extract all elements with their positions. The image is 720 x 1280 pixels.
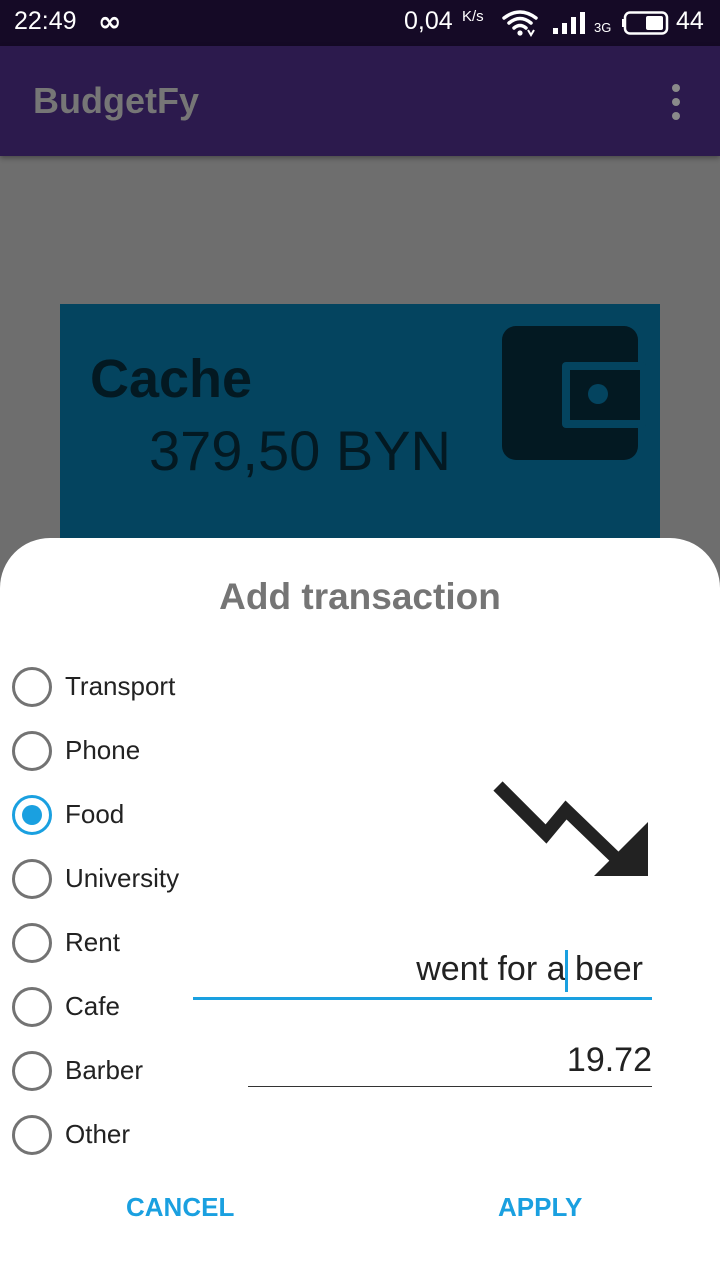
category-label: Cafe (65, 991, 120, 1021)
add-transaction-sheet: Add transaction Transport Phone Food Uni… (0, 538, 720, 1280)
radio-button[interactable] (12, 987, 52, 1027)
category-other[interactable]: Other (12, 1114, 212, 1158)
radio-button[interactable] (12, 731, 52, 771)
description-input[interactable]: went for a beer (193, 938, 652, 1000)
description-value: went for a beer (416, 950, 643, 988)
infinity-icon: ∞ (98, 5, 122, 38)
text-cursor (565, 950, 568, 992)
app-bar: BudgetFy (0, 46, 720, 156)
category-label: Barber (65, 1055, 144, 1085)
category-label: Phone (65, 735, 141, 765)
category-university[interactable]: University (12, 858, 212, 902)
battery-icon (622, 11, 669, 35)
app-title: BudgetFy (33, 80, 199, 121)
trending-down-icon (493, 781, 648, 876)
category-label: University (65, 863, 180, 893)
account-name: Cache (90, 349, 253, 409)
account-card[interactable]: Cache 379,50 BYN (60, 304, 660, 544)
apply-button[interactable]: APPLY (498, 1192, 582, 1223)
radio-button[interactable] (12, 667, 52, 707)
signal-icon (553, 12, 585, 34)
network-type: 3G (594, 20, 612, 35)
status-bar: 22:49 ∞ 0,04 K/s 3G 44 (0, 0, 720, 46)
category-label: Other (65, 1119, 131, 1149)
wallet-icon (502, 326, 646, 460)
category-label: Transport (65, 671, 176, 701)
category-rent[interactable]: Rent (12, 922, 212, 966)
dialog-title: Add transaction (219, 576, 501, 617)
radio-button[interactable] (12, 1051, 52, 1091)
wifi-icon (502, 10, 538, 37)
radio-button[interactable] (12, 859, 52, 899)
account-balance: 379,50 BYN (149, 419, 451, 482)
amount-input[interactable]: 19.72 (248, 1033, 652, 1087)
category-food[interactable]: Food (12, 794, 212, 838)
category-transport[interactable]: Transport (12, 666, 212, 710)
amount-value: 19.72 (566, 1041, 652, 1079)
network-speed-unit: K/s (462, 8, 484, 25)
radio-button[interactable] (12, 923, 52, 963)
more-vert-icon[interactable] (662, 82, 692, 122)
cancel-button[interactable]: CANCEL (126, 1192, 234, 1223)
battery-level: 44 (676, 7, 704, 35)
category-label: Food (65, 799, 125, 829)
radio-button[interactable] (12, 1115, 52, 1155)
status-time: 22:49 (14, 7, 77, 35)
network-speed: 0,04 (404, 7, 453, 35)
radio-button-checked[interactable] (12, 795, 52, 835)
category-cafe[interactable]: Cafe (12, 986, 212, 1030)
category-label: Rent (65, 927, 120, 957)
category-barber[interactable]: Barber (12, 1050, 212, 1094)
category-phone[interactable]: Phone (12, 730, 212, 774)
